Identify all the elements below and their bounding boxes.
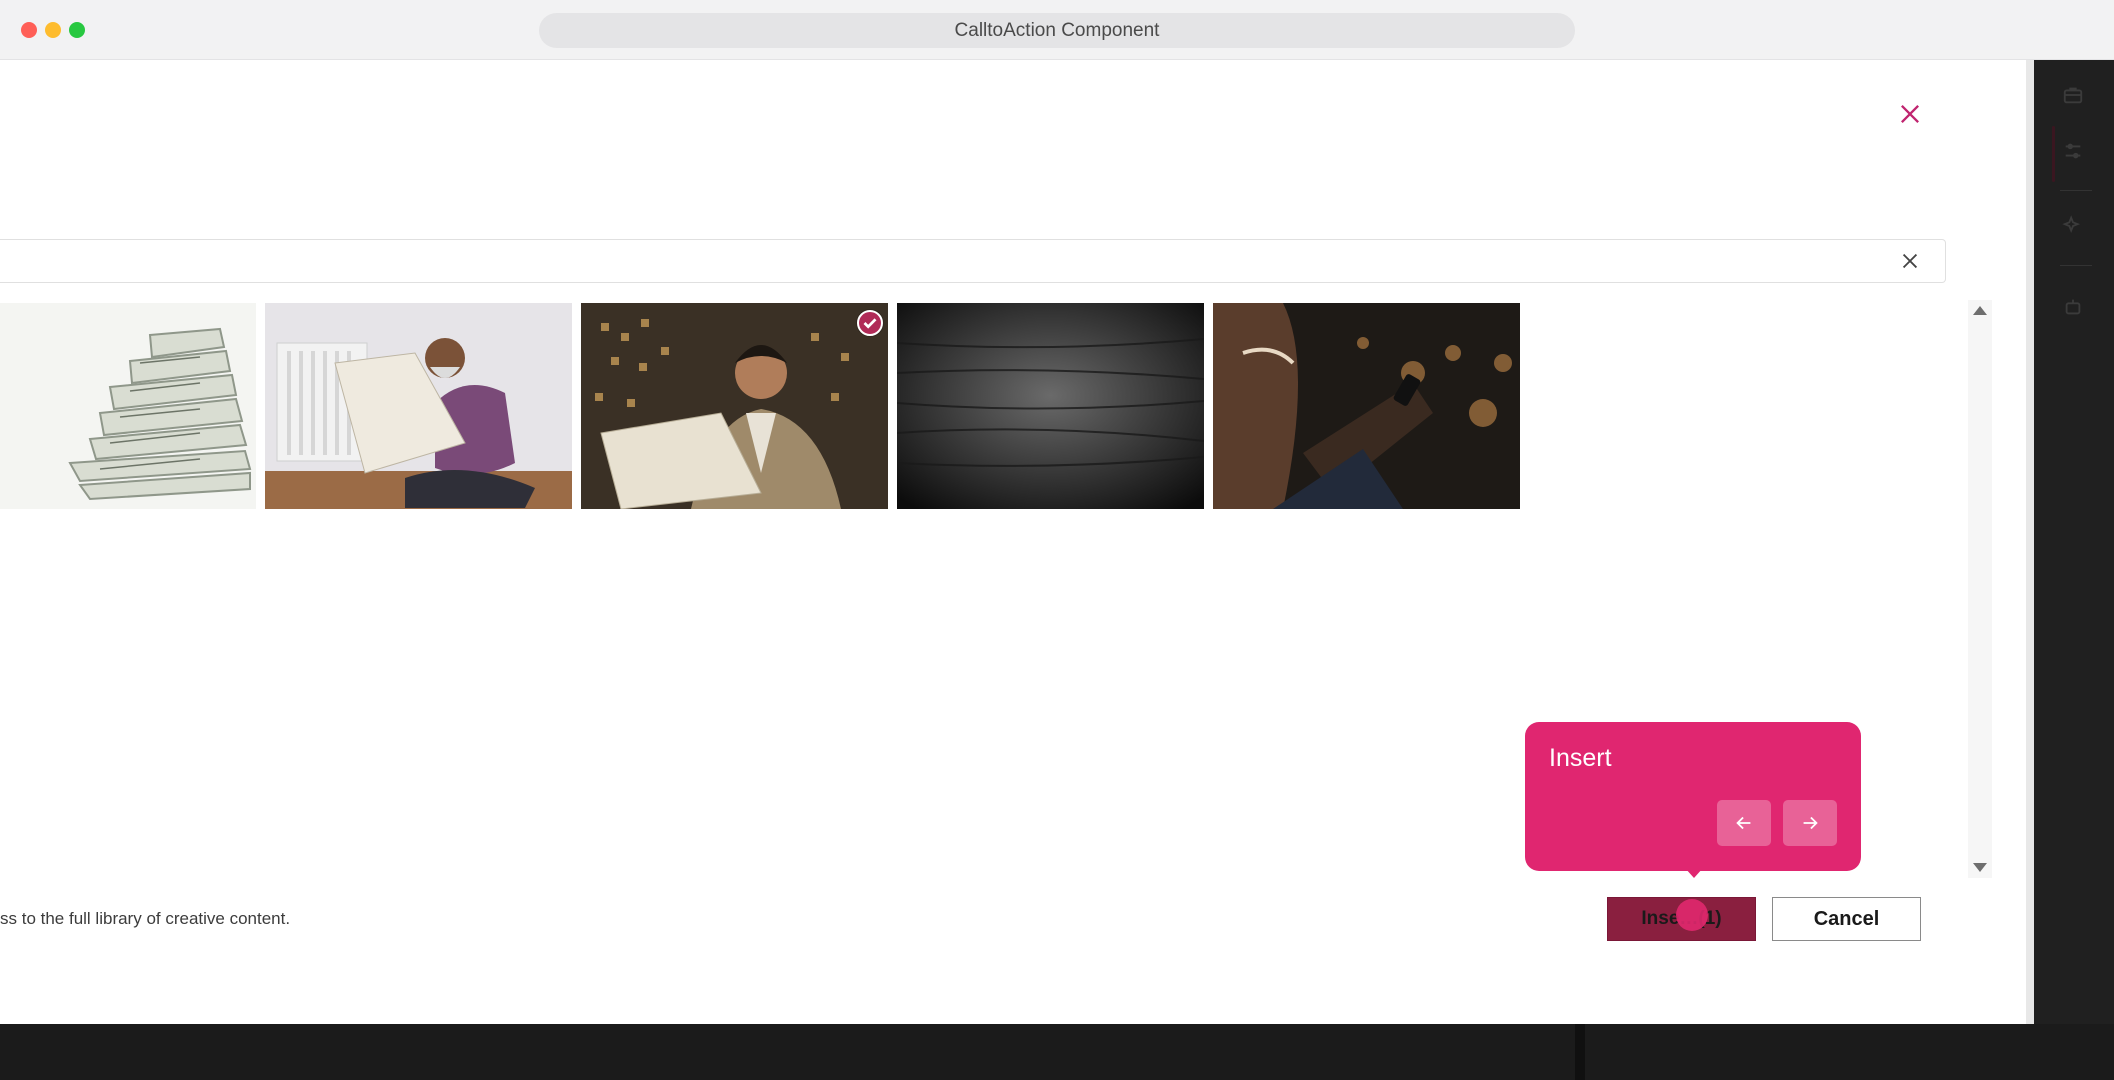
tour-title: Insert <box>1549 744 1612 772</box>
modal-edge <box>2026 60 2034 1024</box>
image-thumbnail[interactable] <box>0 303 256 509</box>
newspapers-image <box>0 303 256 509</box>
briefcase-icon[interactable] <box>2062 84 2084 106</box>
search-field <box>0 239 1946 283</box>
panel-splitter[interactable] <box>1575 1024 1585 1080</box>
click-indicator <box>1676 899 1708 931</box>
app-bottom-area <box>0 1024 2114 1080</box>
window-minimize-dot[interactable] <box>45 22 61 38</box>
screen: CalltoAction Component ss to the full li… <box>0 0 2114 1080</box>
image-thumbnail[interactable] <box>581 303 888 509</box>
tour-next-button[interactable] <box>1783 800 1837 846</box>
scroll-down-arrow-icon[interactable] <box>1973 863 1987 872</box>
rail-divider <box>2060 265 2092 266</box>
scroll-up-arrow-icon[interactable] <box>1973 306 1987 315</box>
tour-previous-button[interactable] <box>1717 800 1771 846</box>
window-title: CalltoAction Component <box>539 13 1575 48</box>
sparkle-icon[interactable] <box>2062 215 2084 237</box>
window-titlebar: CalltoAction Component <box>0 0 2114 60</box>
selected-check-icon <box>857 310 883 336</box>
app-side-rail <box>2030 60 2114 1080</box>
clear-search-icon[interactable] <box>1899 250 1921 272</box>
image-thumbnail[interactable] <box>897 303 1204 509</box>
rail-selection-indicator <box>2052 126 2055 182</box>
sliders-icon[interactable] <box>2062 140 2084 162</box>
cancel-button[interactable]: Cancel <box>1772 897 1921 941</box>
footer-note: ss to the full library of creative conte… <box>0 909 291 928</box>
dark-texture-image <box>897 303 1204 509</box>
close-icon[interactable] <box>1896 100 1924 128</box>
image-thumbnail[interactable] <box>265 303 572 509</box>
vertical-scrollbar[interactable] <box>1968 300 1992 878</box>
rail-divider <box>2060 190 2092 191</box>
image-thumbnail[interactable] <box>1213 303 1520 509</box>
businessman-image <box>581 303 888 509</box>
arrow-right-icon <box>1803 816 1818 830</box>
window-close-dot[interactable] <box>21 22 37 38</box>
tour-tooltip: Insert <box>1525 722 1861 878</box>
arrow-left-icon <box>1736 816 1751 830</box>
image-picker-dialog <box>0 60 2026 1024</box>
robot-icon[interactable] <box>2062 296 2084 318</box>
phone-night-image <box>1213 303 1520 509</box>
reading-man-image <box>265 303 572 509</box>
search-input[interactable] <box>10 246 1860 276</box>
tour-caret <box>1685 868 1703 878</box>
window-zoom-dot[interactable] <box>69 22 85 38</box>
